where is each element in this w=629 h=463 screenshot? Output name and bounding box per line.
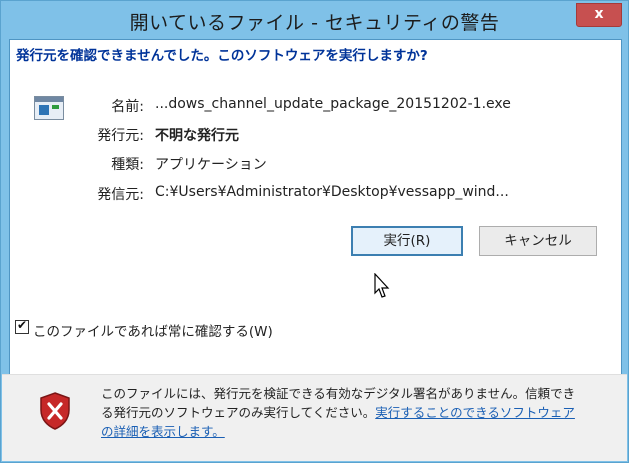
dialog-title: 開いているファイル - セキュリティの警告 <box>129 12 500 34</box>
publisher-value: 不明な発行元 <box>155 128 239 144</box>
application-file-icon <box>34 96 64 120</box>
from-label: 発信元: <box>97 187 144 203</box>
name-label: 名前: <box>111 99 144 115</box>
always-ask-checkbox[interactable]: ✔ <box>15 318 29 334</box>
always-ask-label[interactable]: このファイルであれば常に確認する(W) <box>33 320 273 340</box>
type-label: 種類: <box>111 157 144 173</box>
type-value: アプリケーション <box>155 157 267 173</box>
warning-message: このファイルには、発行元を検証できる有効なデジタル署名がありません。信頼できる発… <box>101 384 586 441</box>
name-value: ...dows_channel_update_package_20151202-… <box>155 96 511 112</box>
run-button[interactable]: 実行(R) <box>351 226 463 256</box>
close-button[interactable]: x <box>576 3 622 27</box>
checkmark-icon: ✔ <box>17 318 28 332</box>
title-bar[interactable]: 開いているファイル - セキュリティの警告 x <box>1 1 628 39</box>
mouse-cursor-icon <box>374 273 390 298</box>
shield-error-icon <box>40 392 70 430</box>
from-value: C:¥Users¥Administrator¥Desktop¥vessapp_w… <box>155 184 509 200</box>
security-warning-dialog: 開いているファイル - セキュリティの警告 x 発行元を確認できませんでした。こ… <box>0 0 629 463</box>
dialog-heading: 発行元を確認できませんでした。このソフトウェアを実行しますか? <box>16 48 428 64</box>
publisher-label: 発行元: <box>97 128 144 144</box>
warning-footer: このファイルには、発行元を検証できる有効なデジタル署名がありません。信頼できる発… <box>2 374 627 461</box>
cancel-button[interactable]: キャンセル <box>479 226 597 256</box>
